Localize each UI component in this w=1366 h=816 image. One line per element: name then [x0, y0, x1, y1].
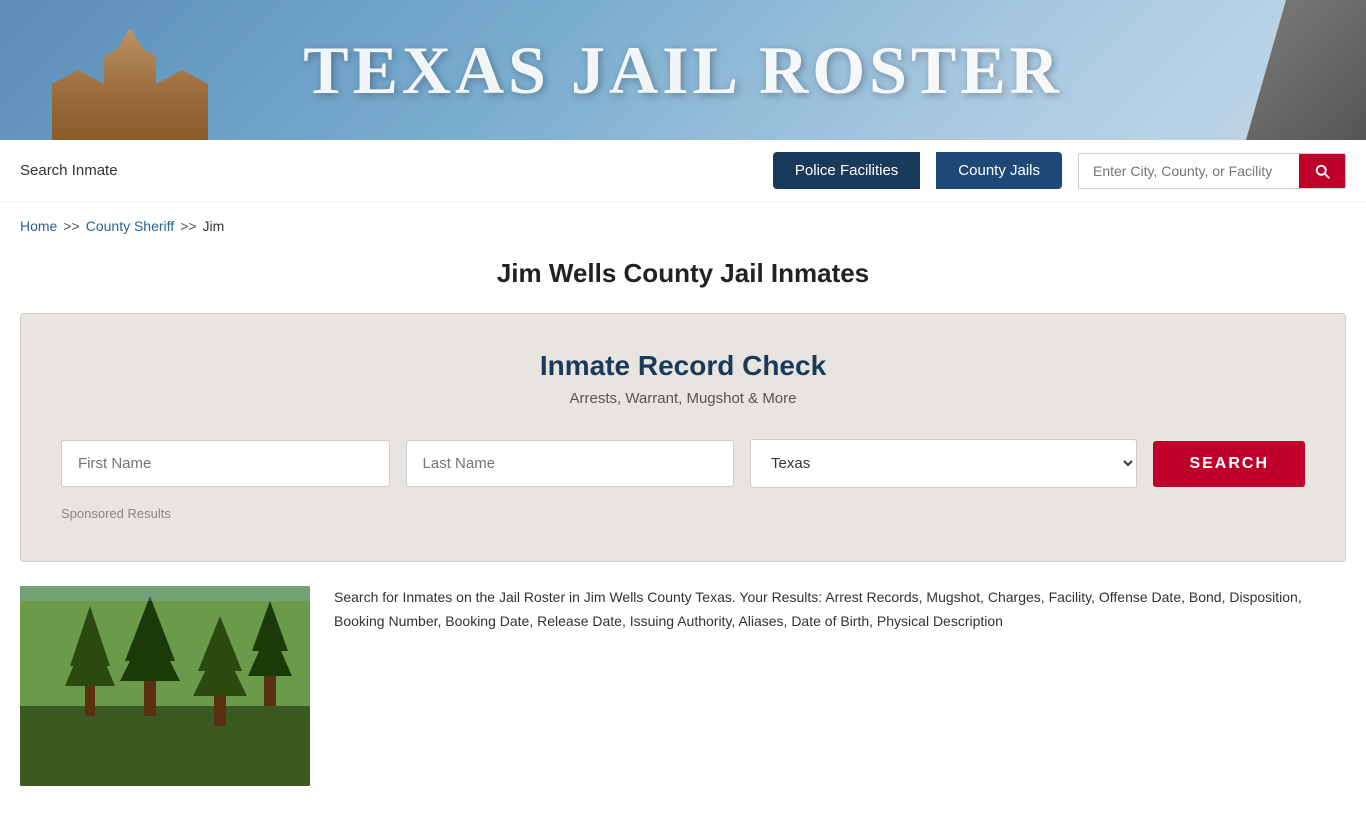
first-name-input[interactable]: [61, 440, 390, 487]
keys-image: [1166, 0, 1366, 140]
breadcrumb-sep-1: >>: [63, 218, 79, 234]
breadcrumb-home[interactable]: Home: [20, 218, 57, 234]
county-jails-button[interactable]: County Jails: [936, 152, 1062, 189]
facility-search-wrap: [1078, 153, 1346, 189]
breadcrumb-current: Jim: [203, 218, 225, 234]
breadcrumb-county-sheriff[interactable]: County Sheriff: [86, 218, 174, 234]
last-name-input[interactable]: [406, 440, 735, 487]
record-check-title: Inmate Record Check: [61, 350, 1305, 382]
police-facilities-button[interactable]: Police Facilities: [773, 152, 920, 189]
search-icon: [1313, 162, 1331, 180]
record-check-box: Inmate Record Check Arrests, Warrant, Mu…: [20, 313, 1346, 562]
record-check-form: AlabamaAlaskaArizonaArkansasCaliforniaCo…: [61, 439, 1305, 488]
header-banner: Texas Jail Roster: [0, 0, 1366, 140]
sponsored-results-label: Sponsored Results: [61, 506, 1305, 521]
search-inmate-label: Search Inmate: [20, 162, 118, 179]
tree-illustration: [20, 586, 310, 786]
banner-title: Texas Jail Roster: [303, 31, 1063, 110]
state-select[interactable]: AlabamaAlaskaArizonaArkansasCaliforniaCo…: [750, 439, 1137, 488]
nav-bar: Search Inmate Police Facilities County J…: [0, 140, 1366, 202]
bottom-section: Search for Inmates on the Jail Roster in…: [0, 586, 1366, 816]
breadcrumb-sep-2: >>: [180, 218, 196, 234]
page-title: Jim Wells County Jail Inmates: [0, 242, 1366, 313]
capitol-image: [0, 0, 260, 140]
facility-search-button[interactable]: [1299, 154, 1345, 188]
facility-search-input[interactable]: [1079, 155, 1299, 187]
bottom-description: Search for Inmates on the Jail Roster in…: [334, 586, 1346, 634]
breadcrumb: Home >> County Sheriff >> Jim: [0, 202, 1366, 242]
record-search-button[interactable]: SEARCH: [1153, 441, 1305, 487]
bottom-image: [20, 586, 310, 786]
record-check-subtitle: Arrests, Warrant, Mugshot & More: [61, 390, 1305, 407]
